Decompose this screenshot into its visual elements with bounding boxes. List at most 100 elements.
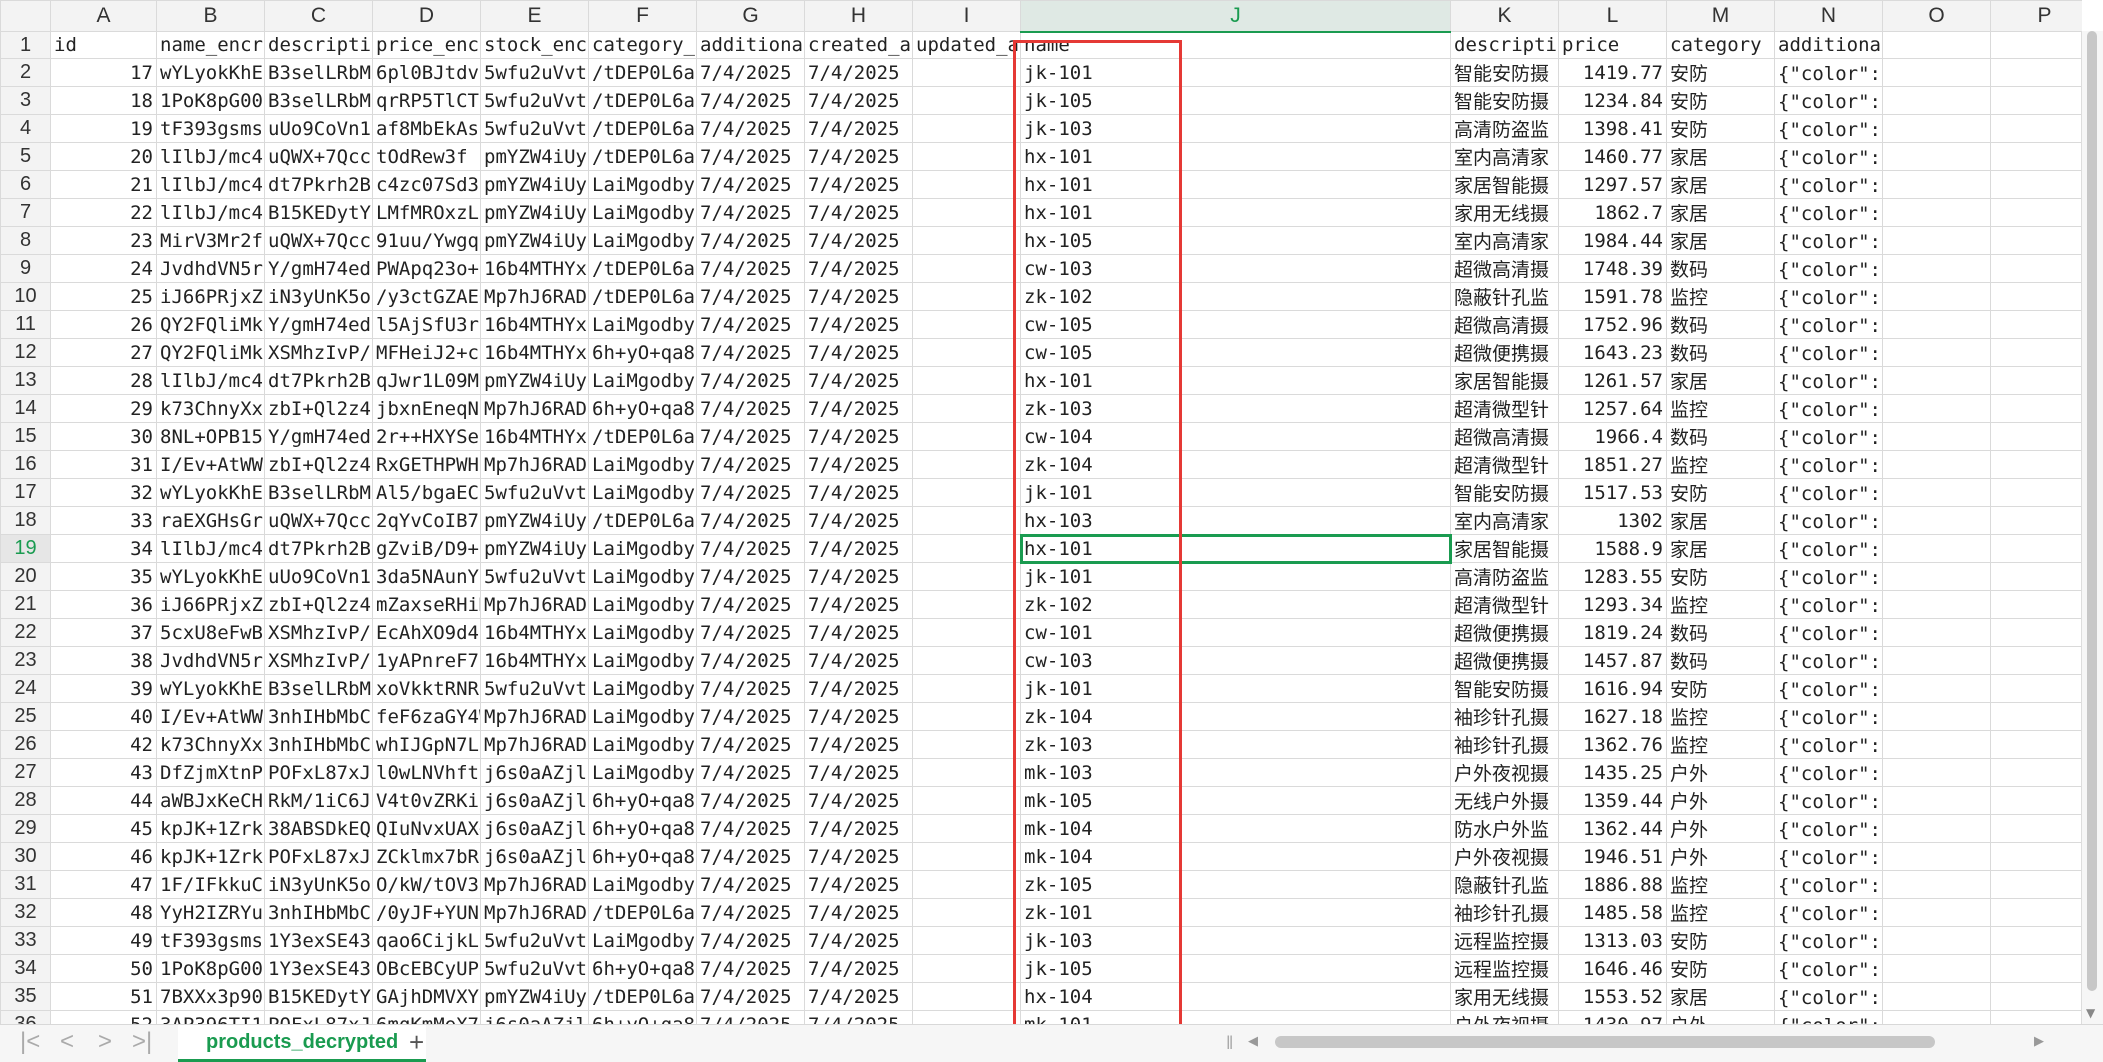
cell-l16[interactable]: 1851.27 [1558, 450, 1667, 479]
cell-e3[interactable]: 5wfu2uVvt [480, 86, 589, 115]
cell-f36[interactable]: 6h+yO+qa8 [588, 1010, 697, 1024]
cell-c23[interactable]: XSMhzIvP/ [264, 646, 373, 675]
cell-h2[interactable]: 7/4/2025 [804, 58, 913, 87]
cell-i22[interactable] [912, 618, 1021, 647]
scroll-right-arrow-icon[interactable]: ▶ [2034, 1033, 2044, 1049]
cell-f12[interactable]: 6h+yO+qa8 [588, 338, 697, 367]
cell-l21[interactable]: 1293.34 [1558, 590, 1667, 619]
cell-d20[interactable]: 3da5NAunYBt+kwMqtuV [372, 562, 481, 591]
cell-h35[interactable]: 7/4/2025 [804, 982, 913, 1011]
cell-a2[interactable]: 17 [50, 58, 157, 87]
row-header[interactable]: 12 [0, 338, 51, 367]
cell-i7[interactable] [912, 198, 1021, 227]
select-all-corner[interactable] [0, 0, 51, 32]
cell-e19[interactable]: pmYZW4iUy [480, 534, 589, 563]
cell-d8[interactable]: 91uu/YwgqfrEgjc10K/ [372, 226, 481, 255]
cell-l30[interactable]: 1946.51 [1558, 842, 1667, 871]
row-header[interactable]: 19 [0, 534, 51, 563]
cell-i31[interactable] [912, 870, 1021, 899]
cell-f26[interactable]: LaiMgodby [588, 730, 697, 759]
cell-k25[interactable]: 袖珍针孔摄 [1450, 702, 1559, 731]
cell-p26[interactable] [1990, 730, 2082, 759]
cell-p32[interactable] [1990, 898, 2082, 927]
row-header[interactable]: 23 [0, 646, 51, 675]
row-header[interactable]: 3 [0, 86, 51, 115]
cell-h3[interactable]: 7/4/2025 [804, 86, 913, 115]
cell-l29[interactable]: 1362.44 [1558, 814, 1667, 843]
cell-g5[interactable]: 7/4/2025 [696, 142, 805, 171]
cell-n11[interactable]: {"color":"灰色","weight":"2 [1774, 310, 1883, 339]
cell-o20[interactable] [1882, 562, 1991, 591]
cell-j35[interactable]: hx-104 [1020, 982, 1451, 1011]
cell-h23[interactable]: 7/4/2025 [804, 646, 913, 675]
cell-o3[interactable] [1882, 86, 1991, 115]
cell-e13[interactable]: pmYZW4iUy [480, 366, 589, 395]
cell-m8[interactable]: 家居 [1666, 226, 1775, 255]
cell-a36[interactable]: 52 [50, 1010, 157, 1024]
cell-c34[interactable]: 1Y3exSE43 [264, 954, 373, 983]
cell-j15[interactable]: cw-104 [1020, 422, 1451, 451]
cell-e31[interactable]: Mp7hJ6RAD [480, 870, 589, 899]
column-header-d[interactable]: D [372, 0, 481, 32]
cell-p23[interactable] [1990, 646, 2082, 675]
cell-e4[interactable]: 5wfu2uVvt [480, 114, 589, 143]
cell-p20[interactable] [1990, 562, 2082, 591]
cell-l8[interactable]: 1984.44 [1558, 226, 1667, 255]
cell-c16[interactable]: zbI+Ql2z4 [264, 450, 373, 479]
cell-p4[interactable] [1990, 114, 2082, 143]
cell-l20[interactable]: 1283.55 [1558, 562, 1667, 591]
row-header[interactable]: 11 [0, 310, 51, 339]
cell-d27[interactable]: l0wLNVhft01FB5IU2aa [372, 758, 481, 787]
cell-g19[interactable]: 7/4/2025 [696, 534, 805, 563]
cell-i32[interactable] [912, 898, 1021, 927]
cell-f21[interactable]: LaiMgodby [588, 590, 697, 619]
cell-n15[interactable]: {"color":"黑色","weight":"1 [1774, 422, 1883, 451]
cell-p8[interactable] [1990, 226, 2082, 255]
column-header-p[interactable]: P [1990, 0, 2082, 32]
cell-c33[interactable]: 1Y3exSE43 [264, 926, 373, 955]
cell-p27[interactable] [1990, 758, 2082, 787]
cell-o31[interactable] [1882, 870, 1991, 899]
cell-k8[interactable]: 室内高清家 [1450, 226, 1559, 255]
cell-p21[interactable] [1990, 590, 2082, 619]
cell-k18[interactable]: 室内高清家 [1450, 506, 1559, 535]
cell-k24[interactable]: 智能安防摄 [1450, 674, 1559, 703]
cell-d6[interactable]: c4zc07Sd35lCTLbwQh/ [372, 170, 481, 199]
cell-j3[interactable]: jk-105 [1020, 86, 1451, 115]
cell-h5[interactable]: 7/4/2025 [804, 142, 913, 171]
cell-h12[interactable]: 7/4/2025 [804, 338, 913, 367]
cell-f24[interactable]: LaiMgodby [588, 674, 697, 703]
cell-p36[interactable] [1990, 1010, 2082, 1024]
cell-l26[interactable]: 1362.76 [1558, 730, 1667, 759]
row-header[interactable]: 17 [0, 478, 51, 507]
cell-p35[interactable] [1990, 982, 2082, 1011]
cell-h17[interactable]: 7/4/2025 [804, 478, 913, 507]
cell-n4[interactable]: {"color":"黑色","weight":"9 [1774, 114, 1883, 143]
cell-i1[interactable]: updated_a [912, 31, 1021, 59]
cell-e7[interactable]: pmYZW4iUy [480, 198, 589, 227]
cell-j4[interactable]: jk-103 [1020, 114, 1451, 143]
cell-f30[interactable]: 6h+yO+qa8 [588, 842, 697, 871]
cell-a22[interactable]: 37 [50, 618, 157, 647]
first-sheet-icon[interactable]: |< [20, 1028, 40, 1056]
cell-g11[interactable]: 7/4/2025 [696, 310, 805, 339]
cell-a34[interactable]: 50 [50, 954, 157, 983]
cell-p9[interactable] [1990, 254, 2082, 283]
cell-o24[interactable] [1882, 674, 1991, 703]
cell-b17[interactable]: wYLyokKhE [156, 478, 265, 507]
cell-o6[interactable] [1882, 170, 1991, 199]
cell-e11[interactable]: 16b4MTHYx [480, 310, 589, 339]
cell-e21[interactable]: Mp7hJ6RAD [480, 590, 589, 619]
cell-d21[interactable]: mZaxseRHiM7pdmAlL2s [372, 590, 481, 619]
cell-g31[interactable]: 7/4/2025 [696, 870, 805, 899]
cell-d2[interactable]: 6pl0BJtdvyvBYNHMUFT [372, 58, 481, 87]
cell-f28[interactable]: 6h+yO+qa8 [588, 786, 697, 815]
cell-h13[interactable]: 7/4/2025 [804, 366, 913, 395]
cell-l36[interactable]: 1430.97 [1558, 1010, 1667, 1024]
cell-g27[interactable]: 7/4/2025 [696, 758, 805, 787]
cell-f32[interactable]: /tDEP0L6a [588, 898, 697, 927]
cell-b4[interactable]: tF393gsms [156, 114, 265, 143]
cell-c30[interactable]: POFxL87xJ [264, 842, 373, 871]
cell-n14[interactable]: {"color":"银色","weight":"2 [1774, 394, 1883, 423]
row-header[interactable]: 4 [0, 114, 51, 143]
